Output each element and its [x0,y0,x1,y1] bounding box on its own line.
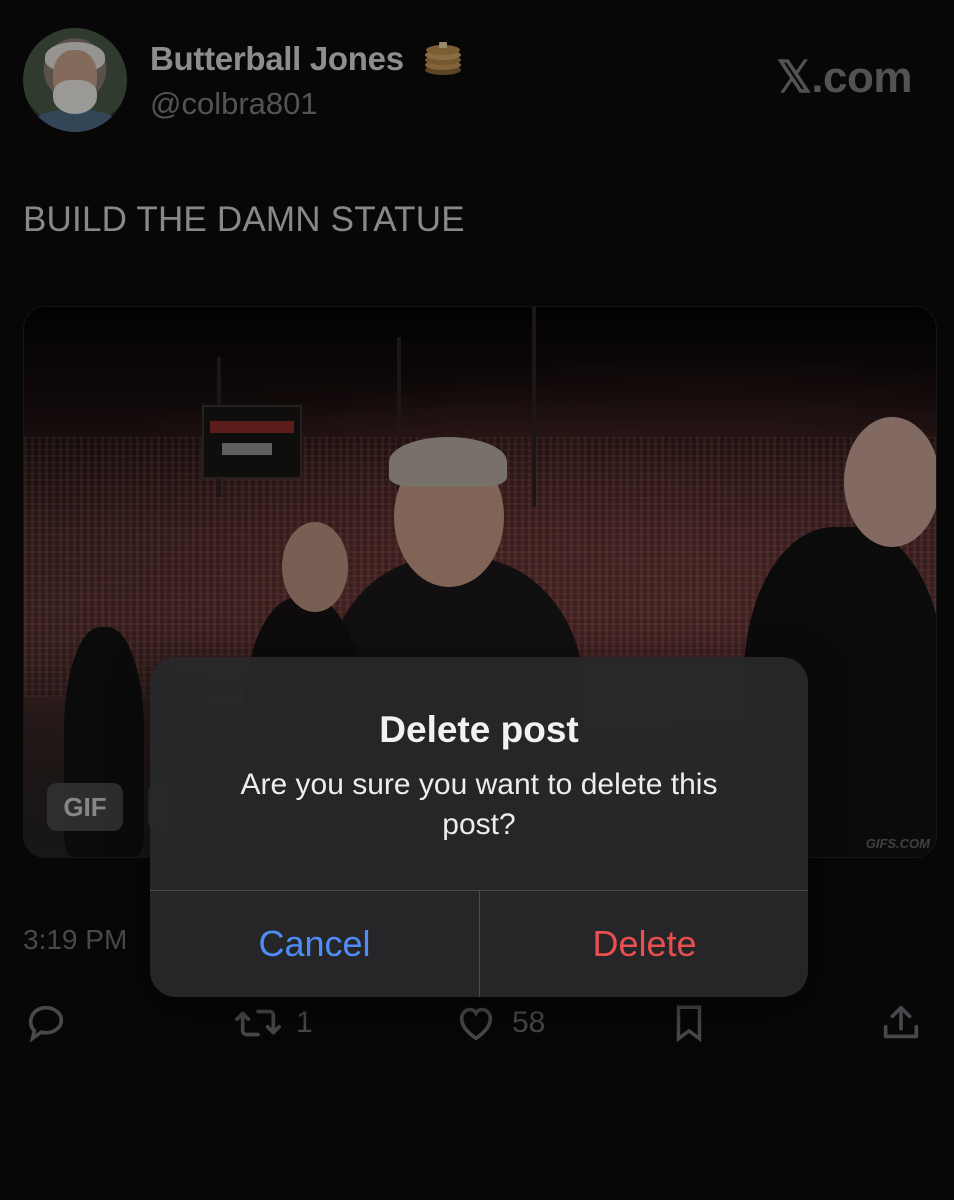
dialog-title: Delete post [379,709,579,750]
delete-post-dialog: Delete post Are you sure you want to del… [150,657,808,997]
delete-button[interactable]: Delete [480,891,808,997]
dialog-message: Are you sure you want to delete this pos… [240,768,718,841]
cancel-button[interactable]: Cancel [150,891,479,997]
modal-backdrop[interactable] [0,0,954,1200]
